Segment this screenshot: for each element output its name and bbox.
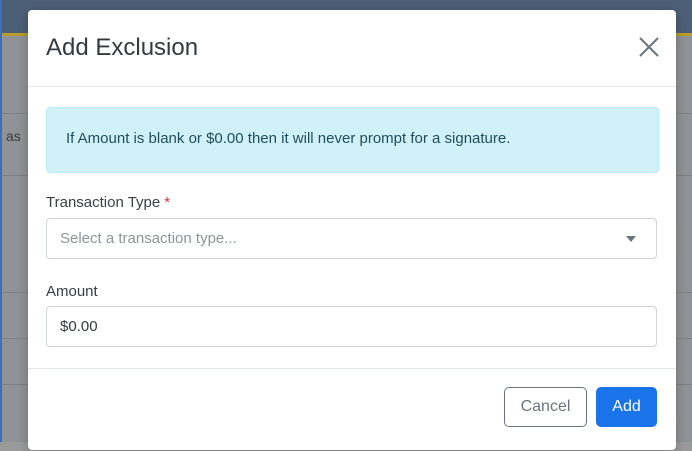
background-divider <box>676 175 692 176</box>
transaction-type-label: Transaction Type * <box>46 194 170 211</box>
background-partial-text: as <box>6 128 21 144</box>
required-marker: * <box>164 194 171 211</box>
transaction-type-select[interactable]: Select a transaction type... <box>46 218 657 259</box>
background-divider <box>0 113 28 114</box>
background-divider <box>0 338 28 339</box>
background-divider <box>676 292 692 293</box>
amount-field <box>46 306 657 347</box>
background-divider <box>676 338 692 339</box>
close-button[interactable] <box>636 34 662 60</box>
dialog-title: Add Exclusion <box>46 34 199 61</box>
background-divider <box>0 292 28 293</box>
background-left-edge <box>0 0 2 442</box>
background-divider <box>676 384 692 385</box>
info-alert: If Amount is blank or $0.00 then it will… <box>46 107 659 173</box>
cancel-button[interactable]: Cancel <box>504 387 587 427</box>
background-divider <box>676 113 692 114</box>
amount-input[interactable] <box>47 307 656 346</box>
close-icon <box>639 37 659 57</box>
chevron-down-icon <box>626 236 636 242</box>
transaction-type-label-text: Transaction Type <box>46 194 161 211</box>
background-accent-right <box>676 33 692 36</box>
background-accent-left <box>0 33 28 36</box>
amount-label: Amount <box>46 283 98 300</box>
info-alert-text: If Amount is blank or $0.00 then it will… <box>66 130 511 147</box>
background-divider <box>0 175 28 176</box>
dialog-footer: Cancel Add <box>28 368 676 451</box>
dialog-header: Add Exclusion <box>28 10 676 87</box>
add-exclusion-dialog: Add Exclusion If Amount is blank or $0.0… <box>28 10 676 450</box>
add-button[interactable]: Add <box>596 387 657 427</box>
transaction-type-placeholder: Select a transaction type... <box>60 230 237 247</box>
background-divider <box>0 384 28 385</box>
